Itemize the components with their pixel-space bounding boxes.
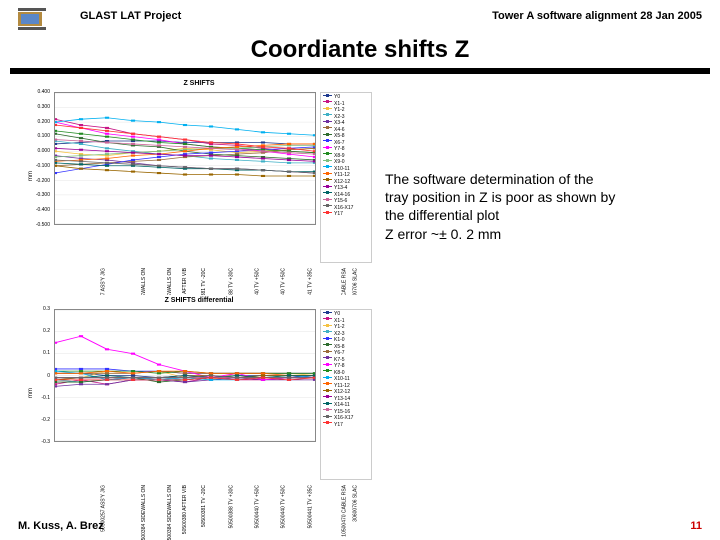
plot-area <box>54 309 316 442</box>
slide-title: Coordiante shifts Z <box>0 36 720 64</box>
x-ticks: 50500257 ASS'Y JIG20500384 SIDEWALLS ON2… <box>54 444 316 490</box>
chart-title: Z SHIFTS differential <box>24 297 374 304</box>
x-ticks: 50500257 ASS'Y JIG20500384 SIDEWALLS ON2… <box>54 227 316 273</box>
title-rule <box>10 68 710 74</box>
authors: M. Kuss, A. Brez <box>18 520 104 532</box>
project-label: GLAST LAT Project <box>80 10 181 22</box>
glast-logo-icon <box>18 8 46 30</box>
plot-area <box>54 92 316 225</box>
commentary-line: the differential plot <box>385 206 695 224</box>
commentary-line: The software determination of the <box>385 170 695 188</box>
page-number: 11 <box>690 520 702 532</box>
z-shifts-differential-chart: Z SHIFTS differential mm 0.30.20.10-0.1-… <box>24 295 374 490</box>
commentary-text: The software determination of the tray p… <box>385 170 695 243</box>
slide-meta: Tower A software alignment 28 Jan 2005 <box>492 10 702 22</box>
slide-header: GLAST LAT Project Tower A software align… <box>0 8 720 30</box>
chart-title: Z SHIFTS <box>24 80 374 87</box>
legend: Y0X1-1Y1-2X2-3K1-0X5-8Y6-7K7-5Y7-8K8-0X1… <box>320 309 372 480</box>
y-ticks: 0.30.20.10-0.1-0.2-0.3 <box>32 309 52 442</box>
z-shifts-chart: Z SHIFTS mm 0.4000.3000.2000.1000.000-0.… <box>24 78 374 273</box>
legend: Y0X1-1Y1-2X2-3X3-4X4-6X5-8X6-7Y7-8X8-9X9… <box>320 92 372 263</box>
commentary-line: Z error ~± 0. 2 mm <box>385 225 695 243</box>
y-ticks: 0.4000.3000.2000.1000.000-0.100-0.200-0.… <box>32 92 52 225</box>
commentary-line: tray position in Z is poor as shown by <box>385 188 695 206</box>
